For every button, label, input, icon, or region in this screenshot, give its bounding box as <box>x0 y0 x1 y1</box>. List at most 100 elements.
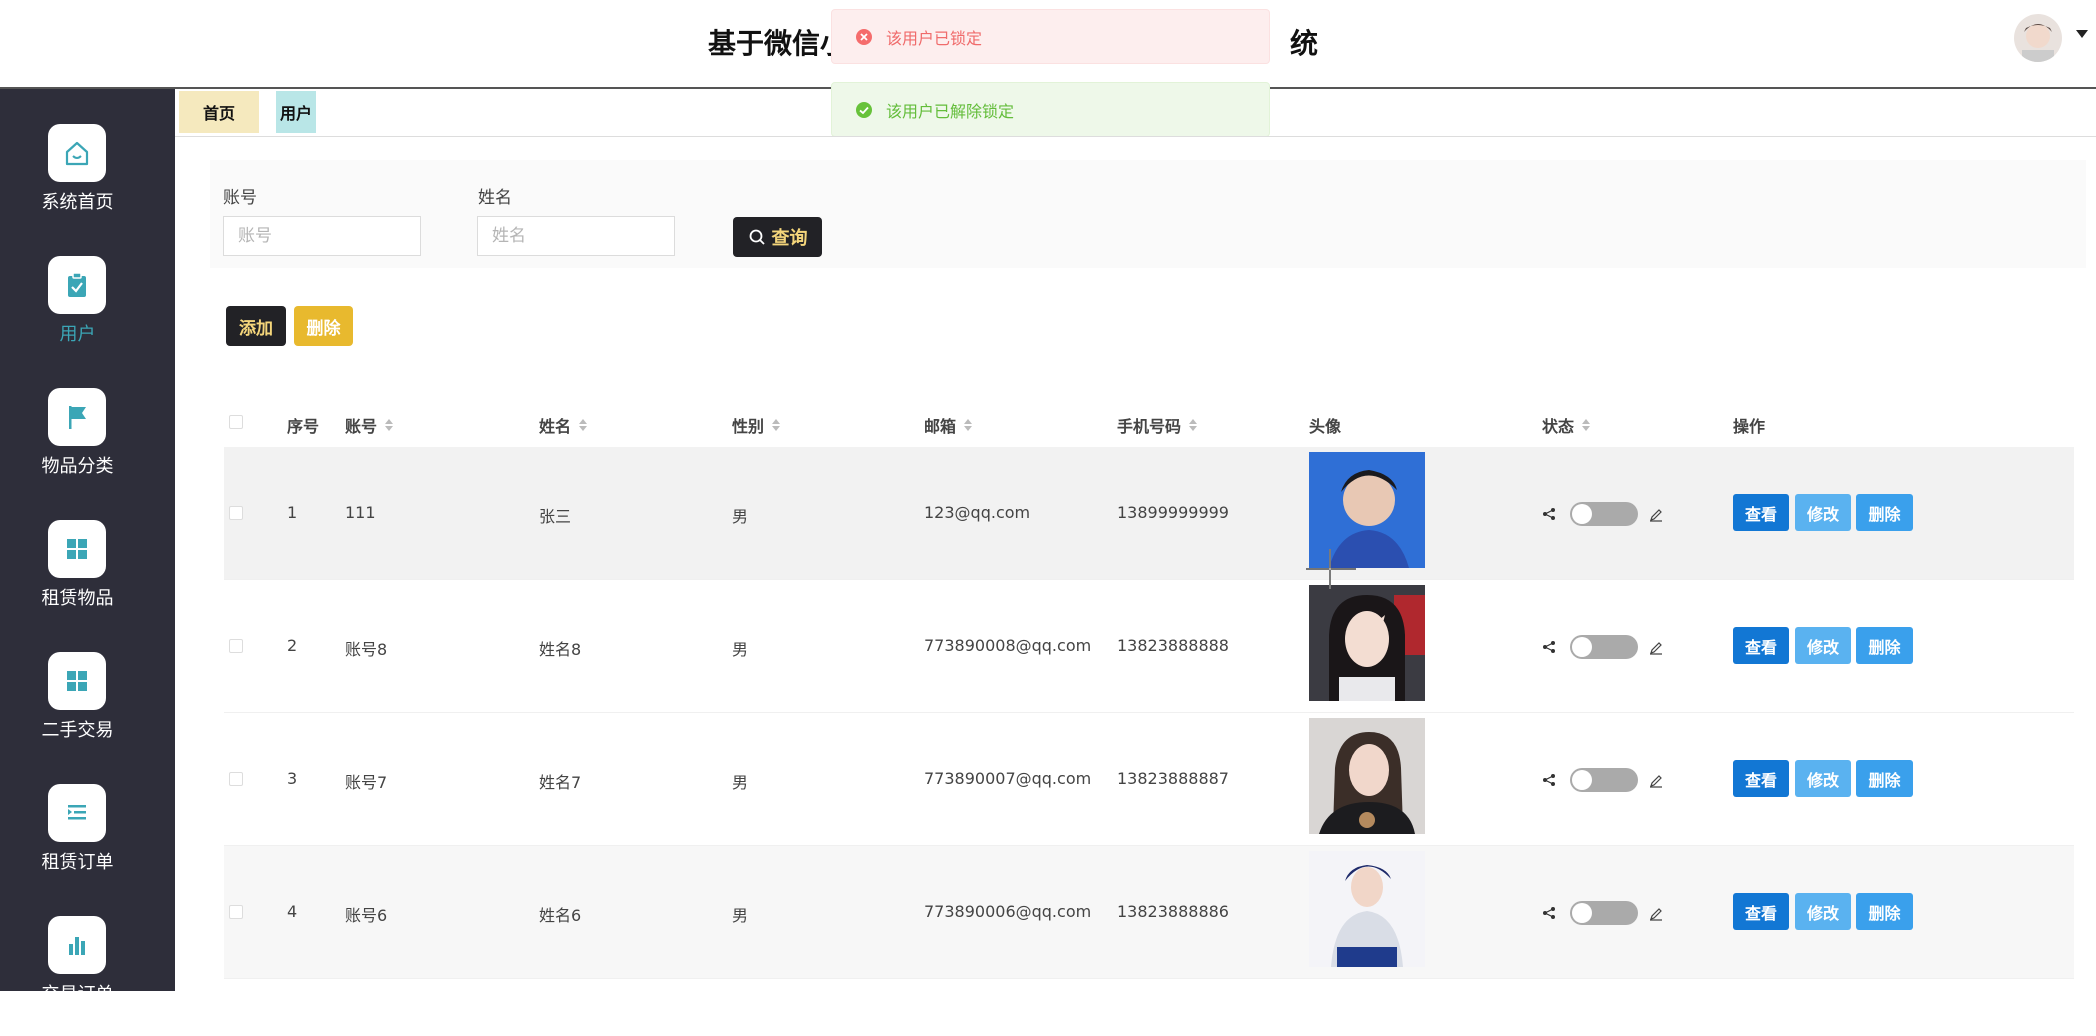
grid-icon <box>48 652 106 710</box>
bar-chart-icon <box>48 916 106 974</box>
sidebar-item-users[interactable]: 用户 <box>0 256 175 376</box>
share-icon[interactable] <box>1542 640 1556 654</box>
view-button[interactable]: 查看 <box>1733 893 1789 930</box>
cell-account: 账号7 <box>345 773 388 792</box>
batch-delete-button[interactable]: 删除 <box>294 306 353 346</box>
sort-icon[interactable] <box>385 419 394 431</box>
edit-pencil-icon[interactable] <box>1648 906 1664 922</box>
edit-button[interactable]: 修改 <box>1795 494 1851 531</box>
cell-name: 张三 <box>539 507 572 526</box>
view-button[interactable]: 查看 <box>1733 494 1789 531</box>
grid-icon <box>48 520 106 578</box>
sort-icon[interactable] <box>579 419 588 431</box>
cell-account: 账号6 <box>345 906 388 925</box>
edit-pencil-icon[interactable] <box>1648 507 1664 523</box>
user-table: 序号 账号 姓名 性别 邮箱 手机号码 头像 状态 操作 1 111 张三 男 … <box>224 389 2074 991</box>
status-toggle[interactable] <box>1570 502 1638 526</box>
avatar[interactable] <box>1309 585 1425 701</box>
clipboard-check-icon <box>48 256 106 314</box>
share-icon[interactable] <box>1542 773 1556 787</box>
table-row: 1 111 张三 男 123@qq.com 13899999999 查看 修改 … <box>224 447 2074 580</box>
sidebar-item-label: 租赁订单 <box>41 852 114 873</box>
share-icon[interactable] <box>1542 906 1556 920</box>
query-button[interactable]: 查询 <box>733 217 822 257</box>
column-header-status[interactable]: 状态 <box>1542 413 1591 437</box>
column-header-account[interactable]: 账号 <box>345 413 394 437</box>
cell-index: 4 <box>287 902 298 921</box>
cell-phone: 13899999999 <box>1117 503 1229 522</box>
close-circle-icon[interactable] <box>856 28 872 45</box>
name-input[interactable] <box>477 216 675 256</box>
avatar[interactable] <box>1309 718 1425 834</box>
status-toggle[interactable] <box>1570 768 1638 792</box>
account-label: 账号 <box>223 188 257 208</box>
edit-pencil-icon[interactable] <box>1648 640 1664 656</box>
cell-email: 773890008@qq.com <box>924 636 1092 655</box>
column-header-name[interactable]: 姓名 <box>539 413 588 437</box>
delete-button[interactable]: 删除 <box>1856 494 1913 531</box>
delete-button[interactable]: 删除 <box>1856 627 1913 664</box>
table-row: 3 账号7 姓名7 男 773890007@qq.com 13823888887… <box>224 713 2074 846</box>
avatar[interactable] <box>1309 851 1425 967</box>
cell-gender: 男 <box>732 773 749 792</box>
sidebar-item-home[interactable]: 系统首页 <box>0 124 175 244</box>
sidebar-item-secondhand[interactable]: 二手交易 <box>0 652 175 772</box>
user-avatar[interactable] <box>2014 14 2062 62</box>
view-button[interactable]: 查看 <box>1733 627 1789 664</box>
delete-button[interactable]: 删除 <box>1856 893 1913 930</box>
column-header-email[interactable]: 邮箱 <box>924 413 973 437</box>
cell-index: 2 <box>287 636 298 655</box>
cell-email: 123@qq.com <box>924 503 1031 522</box>
sort-icon[interactable] <box>772 419 781 431</box>
sidebar-item-rental-items[interactable]: 租赁物品 <box>0 520 175 640</box>
table-row: 2 账号8 姓名8 男 773890008@qq.com 13823888888… <box>224 580 2074 713</box>
add-button[interactable]: 添加 <box>226 306 286 346</box>
sidebar-item-label: 用户 <box>59 324 96 345</box>
cell-gender: 男 <box>732 507 749 526</box>
column-header-index: 序号 <box>287 417 320 436</box>
sidebar-item-rental-orders[interactable]: 租赁订单 <box>0 784 175 904</box>
account-input[interactable] <box>223 216 421 256</box>
column-header-gender[interactable]: 性别 <box>732 413 781 437</box>
edit-button[interactable]: 修改 <box>1795 627 1851 664</box>
query-button-label: 查询 <box>771 228 808 248</box>
cell-name: 姓名7 <box>539 773 582 792</box>
view-button[interactable]: 查看 <box>1733 760 1789 797</box>
cell-account: 111 <box>345 503 376 522</box>
row-checkbox[interactable] <box>229 506 243 520</box>
status-toggle[interactable] <box>1570 635 1638 659</box>
column-header-phone[interactable]: 手机号码 <box>1117 413 1198 437</box>
title-right: 统 <box>1290 27 1319 60</box>
sidebar-item-categories[interactable]: 物品分类 <box>0 388 175 508</box>
chevron-down-icon[interactable] <box>2076 30 2088 38</box>
row-checkbox[interactable] <box>229 772 243 786</box>
avatar[interactable] <box>1309 452 1425 568</box>
sidebar-item-label: 二手交易 <box>41 720 114 741</box>
list-indent-icon <box>48 784 106 842</box>
status-toggle[interactable] <box>1570 901 1638 925</box>
cell-phone: 13823888887 <box>1117 769 1229 788</box>
edit-pencil-icon[interactable] <box>1648 773 1664 789</box>
edit-button[interactable]: 修改 <box>1795 893 1851 930</box>
row-checkbox[interactable] <box>229 905 243 919</box>
sidebar-item-label: 租赁物品 <box>41 588 114 609</box>
share-icon[interactable] <box>1542 507 1556 521</box>
cell-name: 姓名6 <box>539 906 582 925</box>
row-checkbox[interactable] <box>229 639 243 653</box>
sort-icon[interactable] <box>1582 419 1591 431</box>
sidebar: 系统首页 用户 物品分类 租赁物品 二手交易 租赁订单 交易订单 <box>0 89 175 1005</box>
sort-icon[interactable] <box>1189 419 1198 431</box>
toast-error-text: 该用户已锁定 <box>886 28 983 48</box>
cell-email: 773890006@qq.com <box>924 902 1092 921</box>
title-left: 基于微信小 <box>708 27 849 60</box>
select-all-checkbox[interactable] <box>229 415 243 429</box>
table-header: 序号 账号 姓名 性别 邮箱 手机号码 头像 状态 操作 <box>224 389 2074 447</box>
cell-email: 773890007@qq.com <box>924 769 1092 788</box>
tab-home[interactable]: 首页 <box>179 91 260 133</box>
sidebar-item-trade-orders[interactable]: 交易订单 <box>0 916 175 1036</box>
sort-icon[interactable] <box>964 419 973 431</box>
sidebar-item-label: 物品分类 <box>41 456 114 477</box>
tab-users[interactable]: 用户 <box>276 91 317 133</box>
edit-button[interactable]: 修改 <box>1795 760 1851 797</box>
delete-button[interactable]: 删除 <box>1856 760 1913 797</box>
